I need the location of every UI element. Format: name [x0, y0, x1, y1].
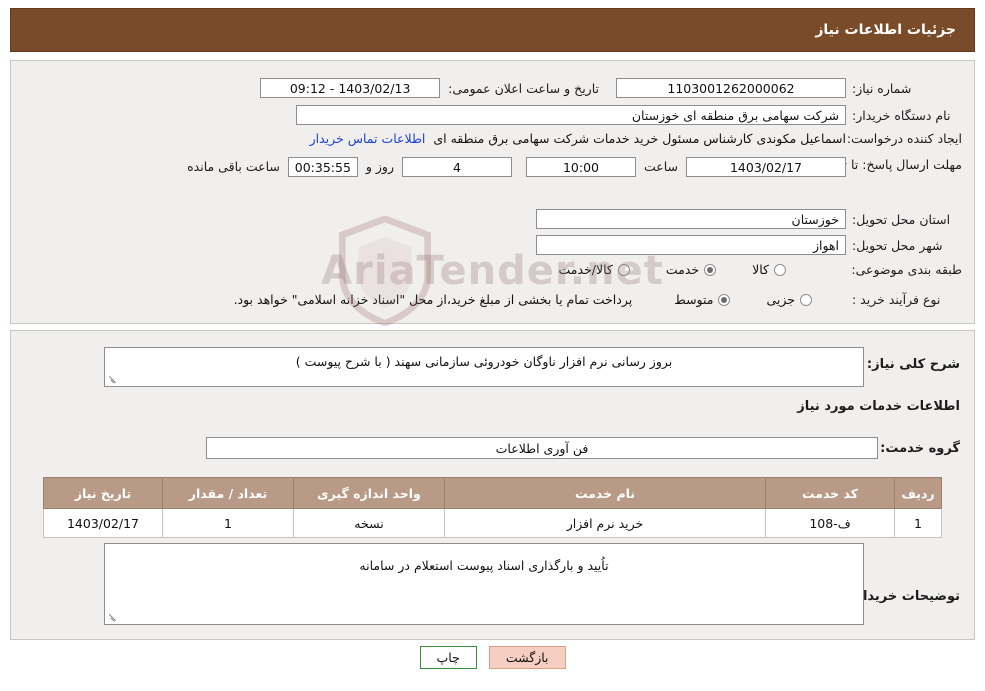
general-desc-value: بروز رسانی نرم افزار ناوگان خودروئی سازم… — [295, 354, 673, 369]
radio-icon[interactable] — [704, 263, 717, 276]
service-group-value: فن آوری اطلاعات — [206, 437, 878, 459]
process-label: نوع فرآیند خرید : — [852, 292, 941, 307]
radio-icon[interactable] — [617, 263, 630, 276]
city-value: اهواز — [536, 235, 846, 255]
services-table-wrapper: ردیف کد خدمت نام خدمت واحد اندازه گیری ت… — [43, 477, 942, 538]
buyer-notes-label: توضیحات خریدار: — [850, 589, 960, 604]
remaining-time-value: 00:35:55 — [287, 157, 358, 177]
buyer-notes-value: تاُیید و بارگذاری اسناد پیوست استعلام در… — [359, 558, 609, 573]
general-desc-label: شرح کلی نیاز: — [866, 357, 960, 372]
deadline-row: مهلت ارسال پاسخ: تا تاریخ: 1403/02/17 سا… — [187, 157, 962, 177]
remaining-time-label: ساعت باقی مانده — [187, 159, 280, 174]
resize-grip-icon[interactable] — [108, 374, 118, 384]
table-header-qty: تعداد / مقدار — [162, 477, 294, 509]
process-option-jozi[interactable]: جزیی — [766, 292, 812, 307]
need-details-panel: شرح کلی نیاز: بروز رسانی نرم افزار ناوگا… — [10, 330, 975, 640]
payment-note: پرداخت تمام یا بخشی از مبلغ خرید،از محل … — [233, 292, 633, 307]
remaining-days-value: 4 — [401, 157, 512, 177]
announce-datetime-label: تاریخ و ساعت اعلان عمومی: — [448, 80, 599, 96]
city-label: شهر محل تحویل: — [852, 237, 943, 253]
category-row: طبقه بندی موضوعی: کالا خدمت کالا/خدمت — [558, 262, 962, 277]
process-option-label-0: جزیی — [766, 292, 795, 307]
deadline-label: مهلت ارسال پاسخ: تا تاریخ: — [817, 157, 962, 172]
category-label: طبقه بندی موضوعی: — [851, 262, 962, 277]
process-option-motevaset[interactable]: متوسط — [674, 292, 731, 307]
hour-label: ساعت — [643, 159, 678, 174]
table-header-index: ردیف — [894, 477, 942, 509]
page-header: جزئیات اطلاعات نیاز — [10, 8, 975, 52]
category-option-label-1: خدمت — [665, 262, 700, 277]
back-button[interactable]: بازگشت — [488, 646, 566, 669]
buyer-org-value: شرکت سهامی برق منطقه ای خوزستان — [296, 105, 846, 125]
cell-date: 1403/02/17 — [43, 508, 163, 538]
general-desc-box: بروز رسانی نرم افزار ناوگان خودروئی سازم… — [104, 347, 864, 387]
cell-code: ف-108 — [765, 508, 895, 538]
category-option-kala[interactable]: کالا — [752, 262, 786, 277]
city-row: شهر محل تحویل: اهواز — [536, 235, 962, 255]
process-option-label-1: متوسط — [674, 292, 714, 307]
table-row: 1 ف-108 خرید نرم افزار نسخه 1 1403/02/17 — [43, 508, 942, 538]
need-info-panel: شماره نیاز: 1103001262000062 تاریخ و ساع… — [10, 60, 975, 324]
process-row: نوع فرآیند خرید : جزیی متوسط پرداخت تمام… — [234, 292, 962, 307]
remaining-days-label: روز و — [365, 159, 394, 174]
service-group-label: گروه خدمت: — [880, 441, 960, 456]
cell-qty: 1 — [162, 508, 294, 538]
buyer-org-label: نام دستگاه خریدار: — [852, 107, 951, 123]
resize-grip-icon[interactable] — [108, 612, 118, 622]
need-number-row: شماره نیاز: 1103001262000062 — [616, 78, 962, 98]
category-option-khedmat[interactable]: خدمت — [665, 262, 717, 277]
category-option-label-0: کالا — [752, 262, 769, 277]
buyer-contact-link[interactable]: اطلاعات تماس خریدار — [310, 131, 426, 146]
table-header-unit: واحد اندازه گیری — [293, 477, 445, 509]
buyer-org-row: نام دستگاه خریدار: شرکت سهامی برق منطقه … — [296, 105, 962, 125]
need-number-label: شماره نیاز: — [852, 80, 912, 96]
announce-datetime-value: 1403/02/13 - 09:12 — [260, 78, 441, 98]
services-heading: اطلاعات خدمات مورد نیاز — [797, 399, 960, 414]
radio-icon[interactable] — [718, 293, 731, 306]
need-number-value: 1103001262000062 — [616, 78, 846, 98]
page-title: جزئیات اطلاعات نیاز — [815, 22, 956, 38]
province-label: استان محل تحویل: — [852, 211, 951, 227]
cell-unit: نسخه — [293, 508, 445, 538]
deadline-date-value: 1403/02/17 — [686, 157, 846, 177]
print-button[interactable]: چاپ — [419, 646, 477, 669]
province-row: استان محل تحویل: خوزستان — [536, 209, 962, 229]
deadline-time-value: 10:00 — [525, 157, 636, 177]
table-header-name: نام خدمت — [444, 477, 766, 509]
services-table: ردیف کد خدمت نام خدمت واحد اندازه گیری ت… — [43, 477, 942, 538]
radio-icon[interactable] — [774, 263, 786, 276]
buyer-notes-box: تاُیید و بارگذاری اسناد پیوست استعلام در… — [104, 543, 864, 625]
table-header-row: ردیف کد خدمت نام خدمت واحد اندازه گیری ت… — [43, 477, 942, 509]
footer-actions: بازگشت چاپ — [0, 646, 985, 669]
page-root: جزئیات اطلاعات نیاز شماره نیاز: 11030012… — [0, 0, 985, 691]
radio-icon[interactable] — [800, 293, 812, 306]
requester-label: ایجاد کننده درخواست: — [846, 131, 962, 146]
category-option-kala-khedmat[interactable]: کالا/خدمت — [558, 262, 630, 277]
requester-row: ایجاد کننده درخواست: اسماعیل مکوندی کارش… — [310, 131, 962, 146]
province-value: خوزستان — [536, 209, 846, 229]
category-option-label-2: کالا/خدمت — [558, 262, 613, 277]
announce-datetime-row: تاریخ و ساعت اعلان عمومی: 1403/02/13 - 0… — [260, 78, 599, 98]
cell-index: 1 — [894, 508, 942, 538]
table-header-date: تاریخ نیاز — [43, 477, 163, 509]
cell-name: خرید نرم افزار — [444, 508, 766, 538]
requester-value: اسماعیل مکوندی کارشناس مسئول خرید خدمات … — [433, 131, 846, 146]
table-header-code: کد خدمت — [765, 477, 895, 509]
